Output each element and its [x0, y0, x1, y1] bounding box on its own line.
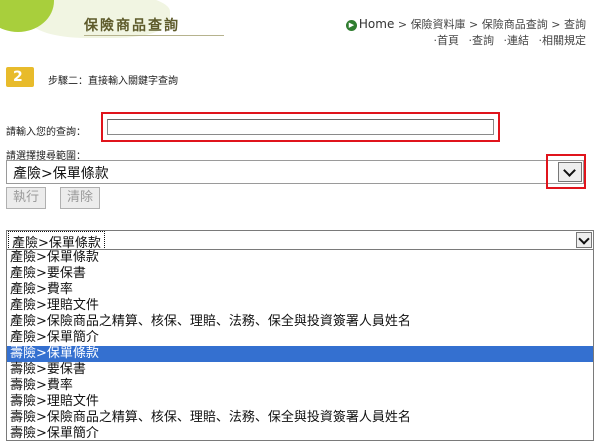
breadcrumb-home[interactable]: Home [359, 17, 394, 31]
option-item[interactable]: 產險>保單簡介 [7, 330, 593, 346]
page: 保險商品查詢 ▶ Home > 保險資料庫 > 保險商品查詢 > 查詢 ‧首頁 ‧… [0, 0, 600, 445]
query-input[interactable] [107, 119, 494, 135]
option-item[interactable]: 產險>理賠文件 [7, 298, 593, 314]
link-links[interactable]: ‧連結 [504, 34, 530, 47]
range-select-value: 產險>保單條款 [13, 166, 109, 182]
option-item[interactable]: 產險>要保書 [7, 266, 593, 282]
option-item[interactable]: 壽險>理賠文件 [7, 394, 593, 410]
option-item[interactable]: 壽險>費率 [7, 378, 593, 394]
link-home[interactable]: ‧首頁 [434, 34, 460, 47]
breadcrumb-database[interactable]: 保險資料庫 [411, 18, 466, 31]
option-item[interactable]: 產險>保險商品之精算、核保、理賠、法務、保全與投資簽署人員姓名 [7, 314, 593, 330]
range-select[interactable]: 產險>保單條款 [6, 160, 584, 184]
option-item[interactable]: 壽險>保單條款 [7, 346, 593, 362]
clear-button[interactable]: 清除 [60, 187, 101, 209]
link-query[interactable]: ‧查詢 [469, 34, 495, 47]
step-number-badge: 2 [6, 67, 34, 87]
option-item[interactable]: 壽險>保單簡介 [7, 426, 593, 442]
breadcrumb-query: 查詢 [564, 18, 586, 31]
options-list: 產險>保單條款 產險>要保書 產險>費率 產險>理賠文件 產險>保險商品之精算、核保、理… [6, 249, 594, 441]
execute-button[interactable]: 執行 [6, 187, 47, 209]
home-arrow-icon: ▶ [345, 19, 357, 31]
option-item[interactable]: 壽險>保險商品之精算、核保、理賠、法務、保全與投資簽署人員姓名 [7, 410, 593, 426]
query-label: 請輸入您的查詢： [6, 127, 86, 138]
option-item[interactable]: 產險>費率 [7, 282, 593, 298]
step-instruction: 步驟二：直接輸入關鍵字查詢 [48, 76, 178, 87]
dropdown-highlight-box [546, 154, 586, 189]
option-item[interactable]: 產險>保單條款 [7, 250, 593, 266]
option-item[interactable]: 壽險>要保書 [7, 362, 593, 378]
chevron-down-icon [578, 233, 590, 245]
page-title: 保險商品查詢 [84, 18, 180, 34]
sub-links: ‧首頁 ‧查詢 ‧連結 ‧相關規定 [428, 32, 587, 48]
breadcrumb: ▶ Home > 保險資料庫 > 保險商品查詢 > 查詢 [345, 16, 586, 32]
link-regulations[interactable]: ‧相關規定 [539, 34, 587, 47]
expanded-select[interactable]: 產險>保單條款 [6, 230, 594, 252]
expanded-dropdown-button[interactable] [576, 232, 592, 248]
title-underline [84, 35, 224, 36]
breadcrumb-product-query[interactable]: 保險商品查詢 [482, 18, 548, 31]
